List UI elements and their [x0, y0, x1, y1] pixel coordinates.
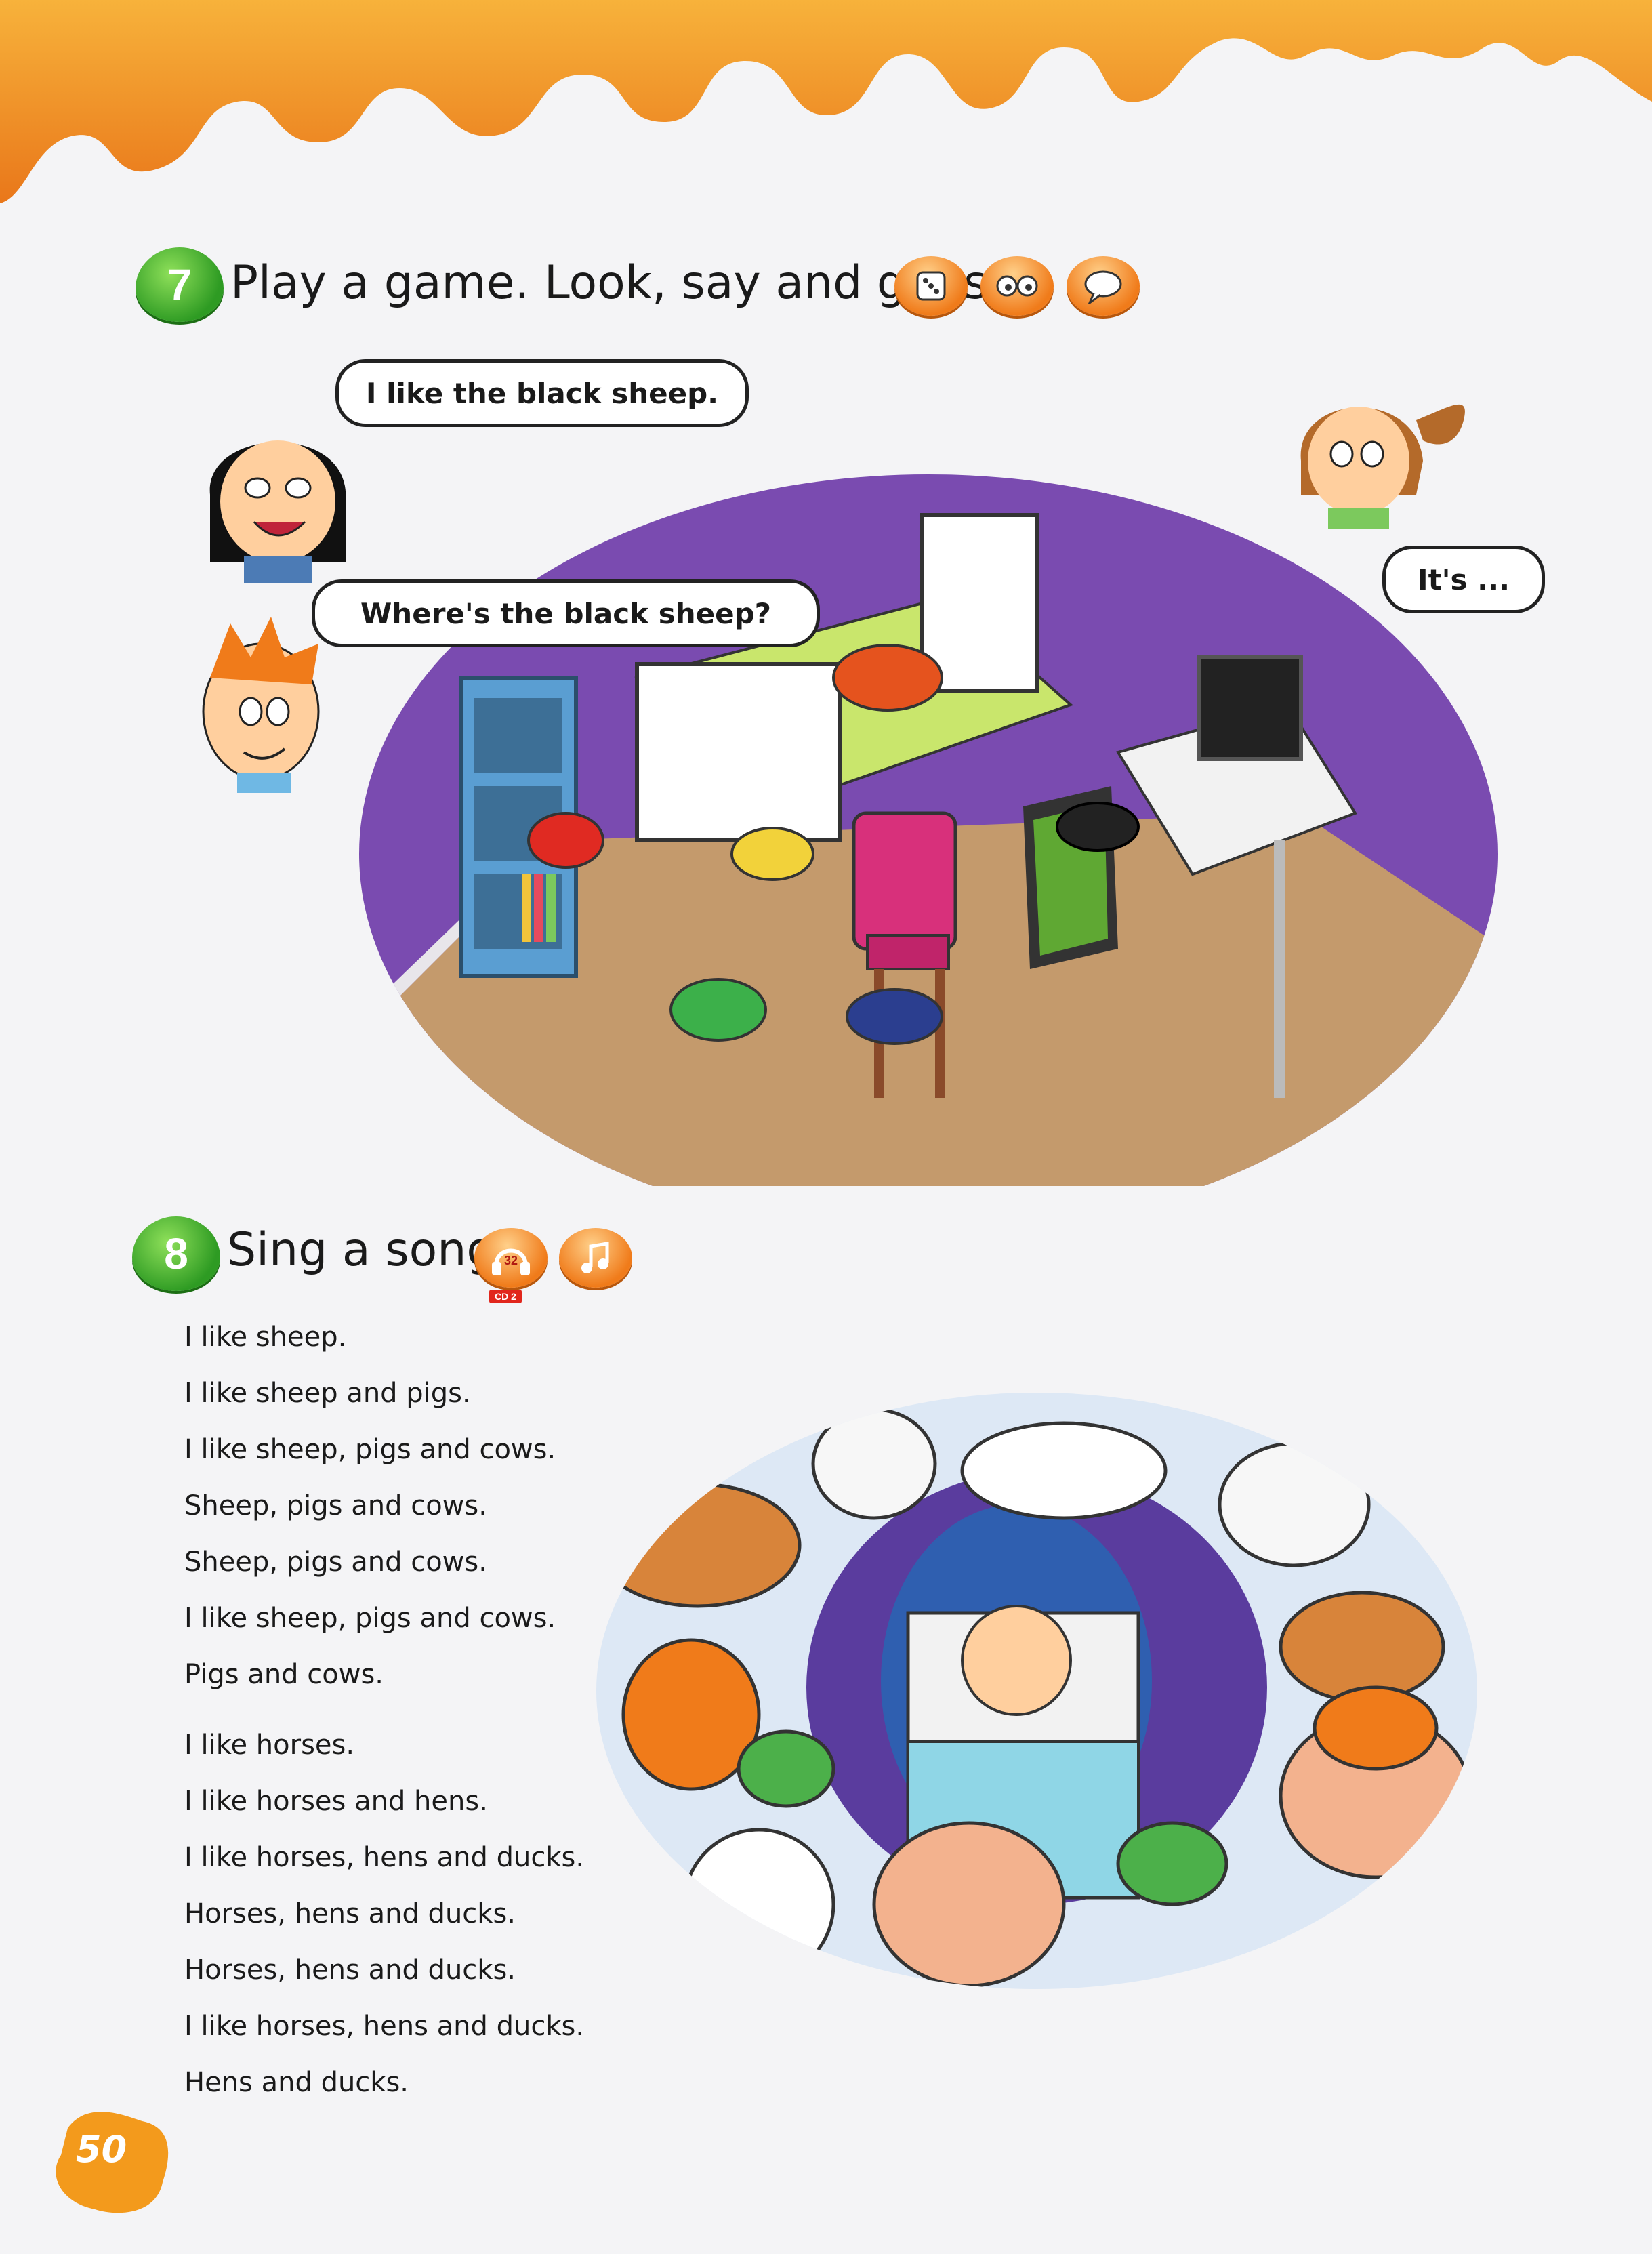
pig-front — [872, 1821, 1066, 1988]
lyric-line: I like sheep. — [184, 1321, 347, 1353]
girl-brown-hair — [1300, 404, 1465, 529]
music-note-icon — [559, 1228, 632, 1288]
lyric-line: I like sheep, pigs and cows. — [184, 1434, 556, 1465]
lyric-line: Sheep, pigs and cows. — [184, 1546, 487, 1578]
horse-toy — [846, 988, 943, 1045]
lyric-line: Sheep, pigs and cows. — [184, 1490, 487, 1521]
bedroom-illustration — [359, 474, 1498, 1186]
exercise-8-number: 8 — [164, 1229, 188, 1278]
cow-head-right — [1218, 1441, 1371, 1567]
dice-icon — [894, 256, 968, 316]
exercise-8-title: Sing a song. — [227, 1223, 511, 1277]
exercise-7-number: 7 — [167, 260, 192, 309]
lyric-line: I like horses. — [184, 1729, 355, 1761]
bubble-girl2-text: It's ... — [1417, 562, 1510, 596]
page-number: 50 — [76, 2128, 127, 2171]
speech-icon — [1067, 256, 1140, 316]
horse-head-right — [1279, 1591, 1445, 1703]
lyric-line: Hens and ducks. — [184, 2067, 409, 2098]
lyric-line: Horses, hens and ducks. — [184, 1898, 516, 1929]
headphones-icon: 32 — [474, 1228, 548, 1288]
duck-left — [737, 1729, 835, 1808]
lyric-line: Horses, hens and ducks. — [184, 1954, 516, 1986]
speech-bubble-girl2: It's ... — [1382, 546, 1545, 613]
lyric-line: I like horses, hens and ducks. — [184, 1842, 585, 1873]
speech-bubble-girl: I like the black sheep. — [335, 359, 749, 427]
eyes-icon — [980, 256, 1054, 316]
lyric-line: Pigs and cows. — [184, 1659, 384, 1690]
horse-head-left — [596, 1482, 802, 1608]
hen-toy — [527, 812, 604, 869]
hen-right — [1313, 1685, 1439, 1771]
sleeping-boy — [961, 1605, 1072, 1716]
lyric-line: I like horses, hens and ducks. — [184, 2011, 585, 2042]
black-sheep-toy — [1056, 802, 1140, 852]
dream-illustration — [596, 1393, 1477, 1989]
lyric-line: I like sheep, pigs and cows. — [184, 1603, 556, 1634]
speech-bubble-boy: Where's the black sheep? — [312, 579, 820, 647]
sheep-left — [682, 1828, 835, 1981]
orange-drip-header — [0, 0, 1652, 203]
boy-orange-hair — [202, 617, 320, 793]
pig-toy — [832, 644, 943, 712]
sheep-jumping — [960, 1421, 1168, 1520]
lyric-line: I like sheep and pigs. — [184, 1378, 471, 1409]
exercise-8-badge: 8 — [132, 1216, 220, 1291]
duck-right — [1116, 1821, 1228, 1906]
lyric-line: I like horses and hens. — [184, 1786, 488, 1817]
girl-dark-hair — [209, 440, 346, 583]
duck-toy — [669, 978, 767, 1042]
cd-label: CD 2 — [489, 1290, 522, 1303]
track-number: 32 — [504, 1254, 518, 1267]
bubble-boy-text: Where's the black sheep? — [360, 596, 772, 630]
exercise-7-badge: 7 — [136, 247, 224, 322]
cow-toy — [730, 827, 814, 881]
bubble-girl-text: I like the black sheep. — [365, 376, 719, 410]
cow-head-top — [811, 1408, 937, 1520]
